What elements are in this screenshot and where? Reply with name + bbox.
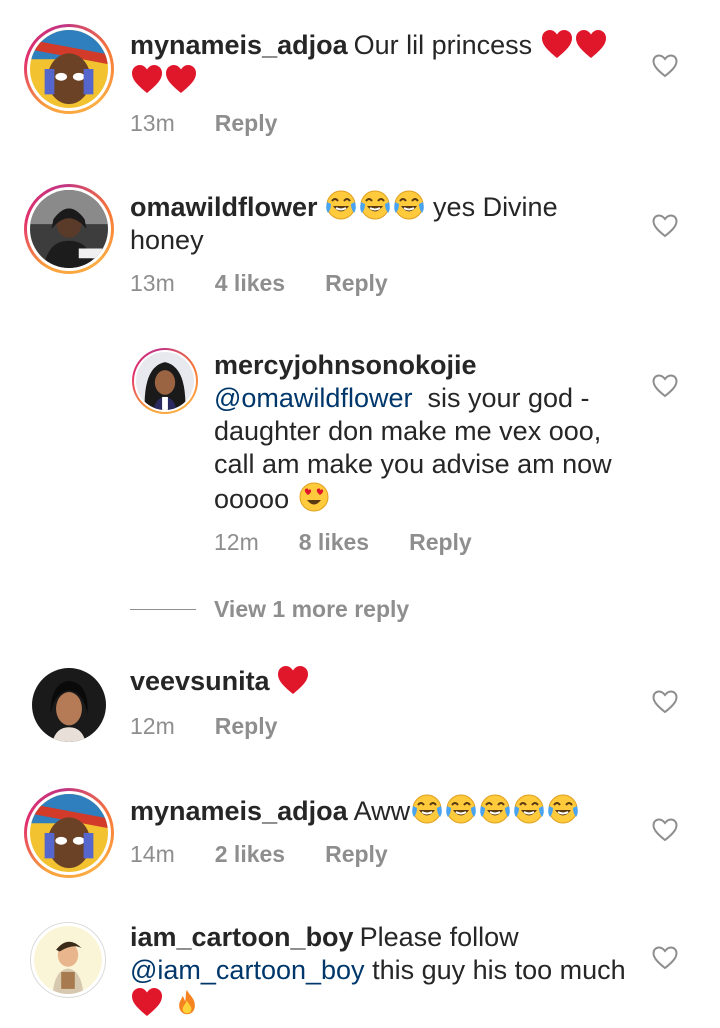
username[interactable]: mynameis_adjoa (130, 796, 348, 826)
comment-text: mercyjohnsonokojie @omawildflower sis you… (214, 349, 634, 516)
likes-count[interactable]: 8 likes (299, 529, 369, 556)
comment-body: Please follow (359, 922, 519, 952)
avatar[interactable] (24, 24, 114, 114)
likes-count[interactable]: 4 likes (215, 270, 285, 297)
like-heart-icon[interactable] (652, 818, 678, 842)
mention-link[interactable]: @iam_cartoon_boy (130, 955, 365, 985)
comment-text: veevsunita (130, 665, 630, 698)
like-heart-icon[interactable] (652, 946, 678, 970)
likes-count[interactable]: 2 likes (215, 841, 285, 868)
red-heart-emoji (277, 665, 309, 695)
tears-of-joy-emoji (325, 189, 357, 221)
fire-emoji (173, 987, 201, 1017)
like-heart-icon[interactable] (652, 54, 678, 78)
timestamp: 12m (130, 713, 175, 739)
comment-text: mynameis_adjoa Our lil princess (130, 29, 630, 97)
tears-of-joy-emoji (411, 793, 443, 825)
comment-meta: 13m Reply (130, 110, 277, 137)
like-heart-icon[interactable] (652, 214, 678, 238)
red-heart-emoji (541, 29, 573, 59)
comment-meta: 12m Reply (130, 713, 277, 740)
red-heart-emoji (165, 64, 197, 94)
timestamp: 14m (130, 841, 175, 867)
tears-of-joy-emoji (445, 793, 477, 825)
username[interactable]: omawildflower (130, 192, 318, 222)
tears-of-joy-emoji (547, 793, 579, 825)
view-more-replies-button[interactable]: View 1 more reply (130, 596, 409, 623)
comment-text: mynameis_adjoa Aww (130, 793, 650, 828)
like-heart-icon[interactable] (652, 690, 678, 714)
reply-button[interactable]: Reply (325, 841, 388, 868)
timestamp: 13m (130, 110, 175, 136)
comment-meta: 12m 8 likes Reply (214, 529, 472, 556)
comment-text: iam_cartoon_boy Please follow @iam_cartoon… (130, 921, 650, 1020)
comment-meta: 13m 4 likes Reply (130, 270, 388, 297)
timestamp: 13m (130, 270, 175, 296)
like-heart-icon[interactable] (652, 374, 678, 398)
heart-eyes-emoji (298, 481, 330, 513)
avatar[interactable] (24, 184, 114, 274)
username[interactable]: mercyjohnsonokojie (214, 350, 477, 380)
tears-of-joy-emoji (479, 793, 511, 825)
mention-link[interactable]: @omawildflower (214, 383, 412, 413)
red-heart-emoji (131, 987, 163, 1017)
avatar[interactable] (32, 668, 106, 742)
red-heart-emoji (131, 64, 163, 94)
avatar[interactable] (24, 788, 114, 878)
username[interactable]: iam_cartoon_boy (130, 922, 354, 952)
username[interactable]: mynameis_adjoa (130, 30, 348, 60)
view-more-label[interactable]: View 1 more reply (214, 596, 409, 623)
comment-body: Aww (353, 796, 411, 826)
avatar[interactable] (132, 348, 198, 414)
reply-button[interactable]: Reply (325, 270, 388, 297)
username[interactable]: veevsunita (130, 666, 270, 696)
timestamp: 12m (214, 529, 259, 555)
red-heart-emoji (575, 29, 607, 59)
divider-line (130, 609, 196, 610)
reply-button[interactable]: Reply (215, 110, 278, 137)
tears-of-joy-emoji (393, 189, 425, 221)
comment-body: Our lil princess (353, 30, 533, 60)
reply-button[interactable]: Reply (409, 529, 472, 556)
avatar[interactable] (30, 922, 106, 998)
tears-of-joy-emoji (359, 189, 391, 221)
comment-meta: 14m 2 likes Reply (130, 841, 388, 868)
reply-button[interactable]: Reply (215, 713, 278, 740)
comment-body-continued: this guy his too much (372, 955, 626, 985)
tears-of-joy-emoji (513, 793, 545, 825)
comment-text: omawildflower yes Divine honey (130, 189, 630, 257)
